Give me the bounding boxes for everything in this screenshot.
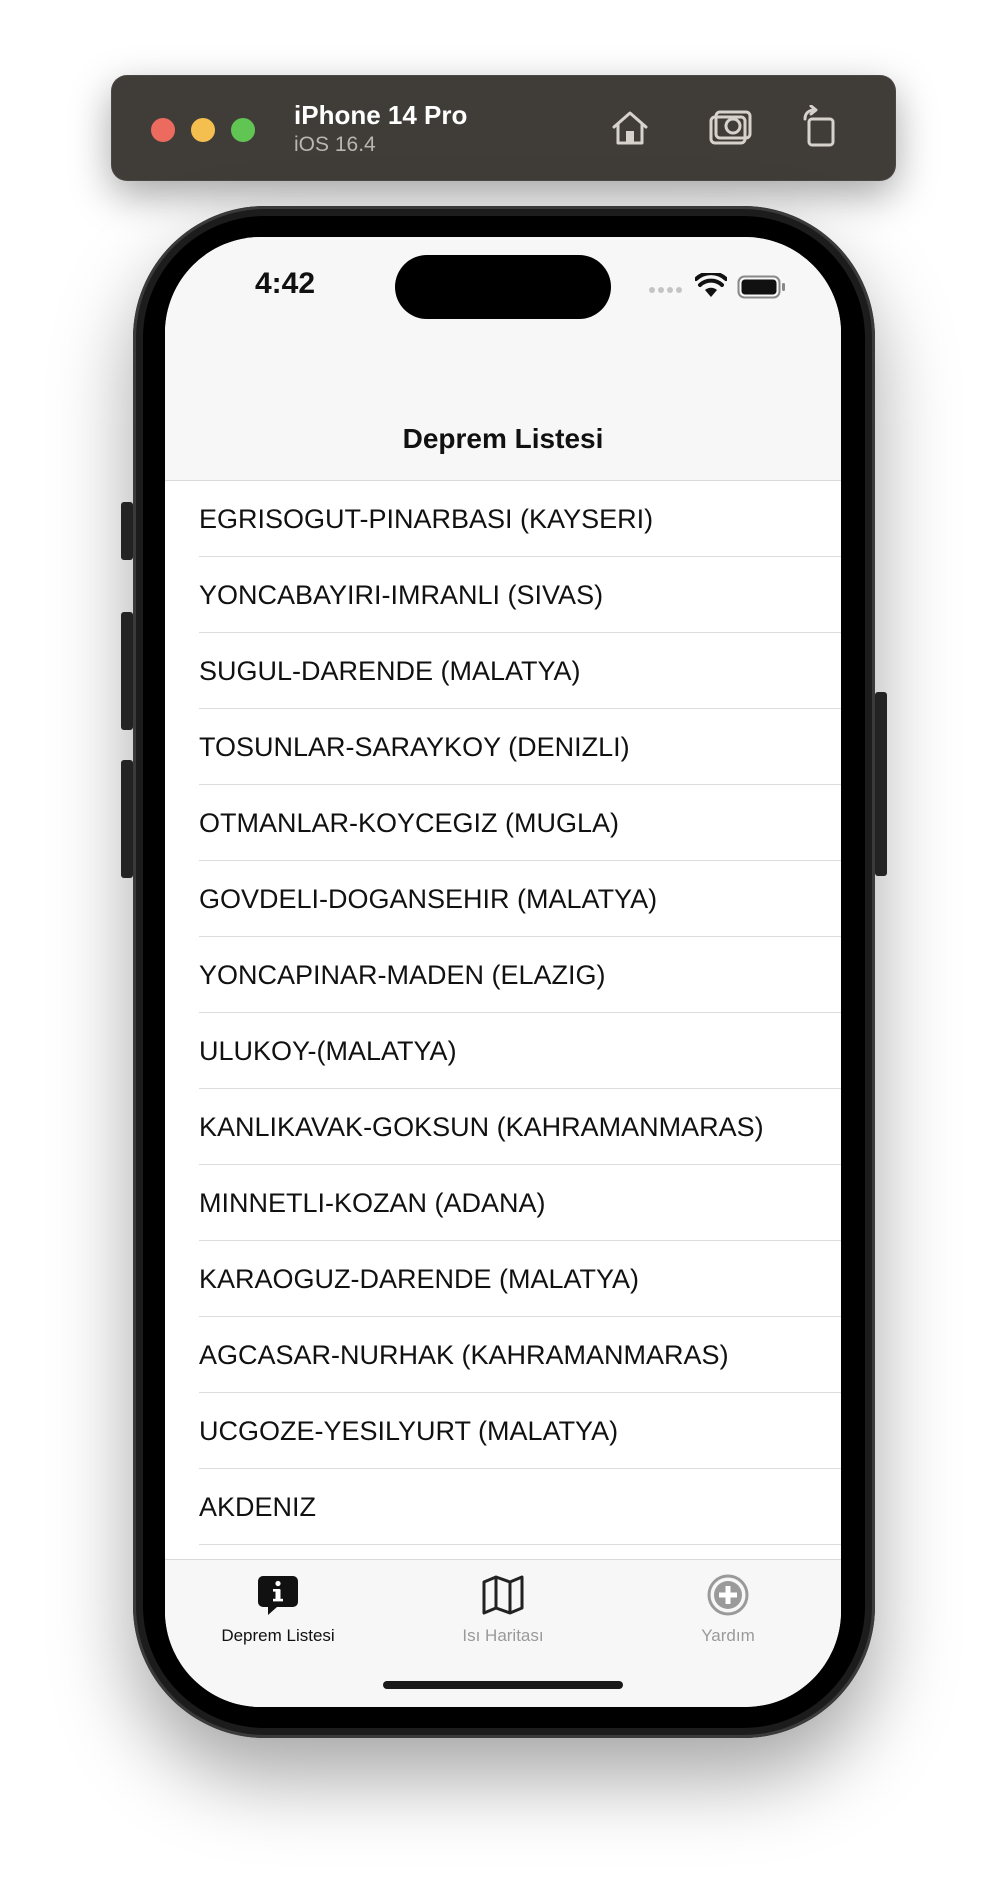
list-item[interactable]: SUGUL-DARENDE (MALATYA) — [165, 633, 841, 709]
close-window-button[interactable] — [151, 118, 175, 142]
list-item[interactable]: KARAOGUZ-DARENDE (MALATYA) — [165, 1241, 841, 1317]
list-item[interactable]: ULUKOY-(MALATYA) — [165, 1013, 841, 1089]
navigation-bar: 4:42 Deprem Listesi — [165, 237, 841, 481]
screenshot-button[interactable] — [707, 105, 753, 151]
tab-label: Isı Haritası — [462, 1626, 544, 1645]
earthquake-list: EGRISOGUT-PINARBASI (KAYSERI) YONCABAYIR… — [165, 481, 841, 1545]
list-item[interactable]: AGCASAR-NURHAK (KAHRAMANMARAS) — [165, 1317, 841, 1393]
list-item[interactable]: TOSUNLAR-SARAYKOY (DENIZLI) — [165, 709, 841, 785]
power-button — [875, 692, 887, 876]
action-button — [121, 502, 133, 560]
tab-label: Yardım — [701, 1626, 755, 1645]
info-bubble-icon — [258, 1576, 298, 1615]
page-title: Deprem Listesi — [402, 423, 604, 454]
os-version: iOS 16.4 — [294, 133, 376, 156]
tab-label: Deprem Listesi — [221, 1626, 335, 1645]
battery-icon — [737, 275, 785, 299]
home-indicator — [383, 1681, 623, 1689]
list-item[interactable]: MINNETLI-KOZAN (ADANA) — [165, 1165, 841, 1241]
tab-isi-haritasi[interactable]: Isı Haritası — [390, 1572, 616, 1662]
list-item[interactable]: UCGOZE-YESILYURT (MALATYA) — [165, 1393, 841, 1469]
wifi-icon — [695, 273, 727, 297]
home-button[interactable] — [607, 105, 653, 151]
rotate-button[interactable] — [797, 105, 843, 151]
device-screen: 4:42 Deprem Listesi EGRISOGUT-PINARBASI … — [165, 237, 841, 1707]
plus-circle-icon — [707, 1574, 749, 1616]
map-icon — [482, 1575, 524, 1615]
status-time: 4:42 — [255, 267, 316, 300]
status-icons — [649, 273, 799, 303]
home-icon — [612, 111, 648, 145]
volume-down-button — [121, 760, 133, 878]
zoom-window-button[interactable] — [231, 118, 255, 142]
minimize-window-button[interactable] — [191, 118, 215, 142]
device-name: iPhone 14 Pro — [294, 100, 468, 130]
list-item[interactable]: OTMANLAR-KOYCEGIZ (MUGLA) — [165, 785, 841, 861]
list-item[interactable]: AKDENIZ — [165, 1469, 841, 1545]
list-item[interactable]: EGRISOGUT-PINARBASI (KAYSERI) — [165, 481, 841, 557]
tab-deprem-listesi[interactable]: Deprem Listesi — [165, 1572, 391, 1662]
list-item[interactable]: GOVDELI-DOGANSEHIR (MALATYA) — [165, 861, 841, 937]
list-item[interactable]: YONCABAYIRI-IMRANLI (SIVAS) — [165, 557, 841, 633]
dynamic-island — [395, 255, 611, 319]
list-item[interactable]: KANLIKAVAK-GOKSUN (KAHRAMANMARAS) — [165, 1089, 841, 1165]
camera-icon — [709, 110, 752, 145]
list-item[interactable]: YONCAPINAR-MADEN (ELAZIG) — [165, 937, 841, 1013]
cellular-dots-icon — [649, 287, 682, 293]
tab-yardim[interactable]: Yardım — [615, 1572, 841, 1662]
rotate-icon — [803, 105, 835, 147]
simulator-toolbar: iPhone 14 Pro iOS 16.4 — [111, 75, 896, 181]
volume-up-button — [121, 612, 133, 730]
